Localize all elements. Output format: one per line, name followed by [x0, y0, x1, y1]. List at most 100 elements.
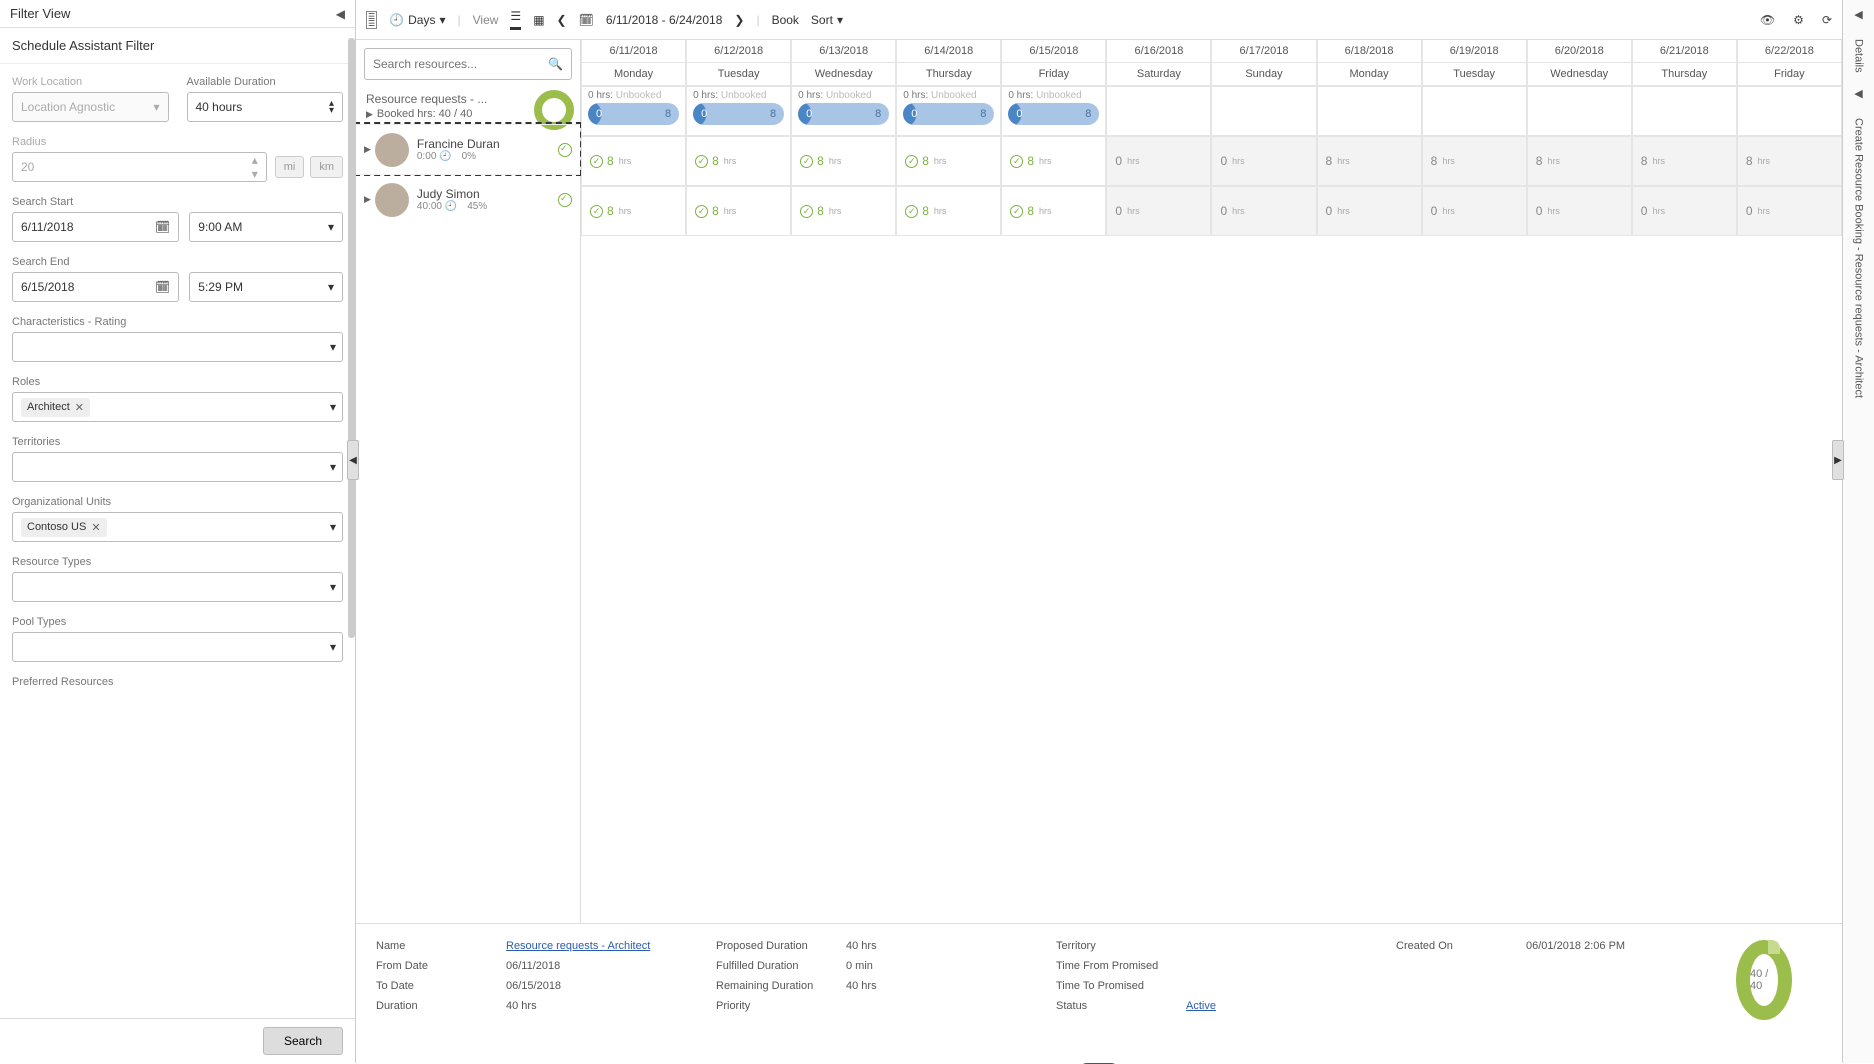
unbooked-cell[interactable]	[1632, 86, 1737, 136]
prev-range-icon[interactable]: ❮	[557, 13, 567, 27]
characteristics-select[interactable]: ▾	[12, 332, 343, 362]
availability-cell[interactable]: 8hrs	[1422, 136, 1527, 186]
availability-cell[interactable]: ✓8hrs	[791, 136, 896, 186]
unit-mi-button[interactable]: mi	[275, 156, 305, 178]
unbooked-cell[interactable]: 0 hrs: Unbooked 08	[686, 86, 791, 136]
create-booking-tab[interactable]: Create Resource Booking - Resource reque…	[1853, 118, 1865, 398]
detail-name-link[interactable]: Resource requests - Architect	[506, 940, 676, 952]
date-picker-icon[interactable]: 🗓	[579, 13, 594, 27]
gear-icon[interactable]: ⚙	[1793, 13, 1804, 27]
unbooked-pill[interactable]: 08	[693, 103, 784, 125]
expand-details-icon[interactable]: ◀	[1854, 8, 1862, 21]
eye-icon[interactable]: 👁	[1760, 13, 1775, 27]
availability-cell[interactable]: 0hrs	[1211, 186, 1316, 236]
scrollbar-thumb[interactable]	[348, 38, 355, 638]
availability-cell[interactable]: ✓8hrs	[581, 186, 686, 236]
day-header[interactable]: 6/11/2018Monday	[581, 40, 686, 86]
next-range-icon[interactable]: ❯	[734, 13, 744, 27]
work-location-select[interactable]: Location Agnostic ▾	[12, 92, 169, 122]
roles-select[interactable]: Architect ✕ ▾	[12, 392, 343, 422]
remove-chip-icon[interactable]: ✕	[75, 401, 84, 414]
availability-cell[interactable]: 8hrs	[1632, 136, 1737, 186]
grid-view-icon[interactable]: ▦	[533, 13, 544, 27]
day-header[interactable]: 6/12/2018Tuesday	[686, 40, 791, 86]
availability-cell[interactable]: 0hrs	[1422, 186, 1527, 236]
search-icon[interactable]: 🔍	[548, 57, 563, 71]
unbooked-cell[interactable]	[1211, 86, 1316, 136]
days-dropdown[interactable]: 🕘 Days ▾	[389, 13, 445, 27]
collapse-filter-icon[interactable]: ◀	[336, 7, 345, 21]
day-header[interactable]: 6/13/2018Wednesday	[791, 40, 896, 86]
expand-booking-icon[interactable]: ◀	[1854, 87, 1862, 100]
resource-row[interactable]: ▶ Francine Duran 0:00 🕘0%	[356, 124, 580, 174]
availability-cell[interactable]: ✓8hrs	[1001, 186, 1106, 236]
search-button[interactable]: Search	[263, 1027, 343, 1055]
availability-cell[interactable]: 0hrs	[1106, 186, 1211, 236]
availability-cell[interactable]: ✓8hrs	[686, 186, 791, 236]
list-view-icon[interactable]: ☰	[510, 9, 521, 30]
day-header[interactable]: 6/14/2018Thursday	[896, 40, 1001, 86]
unbooked-cell[interactable]	[1106, 86, 1211, 136]
availability-cell[interactable]: 8hrs	[1737, 136, 1842, 186]
resource-search-input[interactable]	[373, 57, 548, 71]
availability-cell[interactable]: ✓8hrs	[896, 186, 1001, 236]
collapse-left-tab[interactable]: ◀	[347, 440, 359, 480]
refresh-icon[interactable]: ⟳	[1822, 13, 1832, 27]
day-header[interactable]: 6/22/2018Friday	[1737, 40, 1842, 86]
territories-select[interactable]: ▾	[12, 452, 343, 482]
day-header[interactable]: 6/20/2018Wednesday	[1527, 40, 1632, 86]
details-tab[interactable]: Details	[1853, 39, 1865, 73]
detail-status-link[interactable]: Active	[1186, 1000, 1356, 1012]
unbooked-pill[interactable]: 08	[1008, 103, 1099, 125]
day-header[interactable]: 6/17/2018Sunday	[1211, 40, 1316, 86]
org-units-select[interactable]: Contoso US ✕ ▾	[12, 512, 343, 542]
unbooked-cell[interactable]: 0 hrs: Unbooked 08	[896, 86, 1001, 136]
search-start-time[interactable]: 9:00 AM ▾	[189, 212, 343, 242]
expand-icon[interactable]: ▶	[366, 109, 373, 119]
day-header[interactable]: 6/16/2018Saturday	[1106, 40, 1211, 86]
unbooked-cell[interactable]	[1422, 86, 1527, 136]
available-duration-select[interactable]: 40 hours ▴▾	[187, 92, 344, 122]
availability-cell[interactable]: 0hrs	[1527, 186, 1632, 236]
availability-cell[interactable]: 8hrs	[1527, 136, 1632, 186]
unbooked-pill[interactable]: 08	[903, 103, 994, 125]
day-header[interactable]: 6/19/2018Tuesday	[1422, 40, 1527, 86]
expand-collapse-rows-icon[interactable]: ☰☰	[366, 11, 377, 29]
resource-search[interactable]: 🔍	[364, 48, 572, 80]
calendar-icon[interactable]: 🗓	[155, 280, 170, 294]
availability-cell[interactable]: ✓8hrs	[791, 186, 896, 236]
pool-types-select[interactable]: ▾	[12, 632, 343, 662]
search-end-date[interactable]: 6/15/2018 🗓	[12, 272, 179, 302]
unbooked-pill[interactable]: 08	[798, 103, 889, 125]
availability-cell[interactable]: 0hrs	[1106, 136, 1211, 186]
unbooked-cell[interactable]: 0 hrs: Unbooked 08	[581, 86, 686, 136]
day-header[interactable]: 6/15/2018Friday	[1001, 40, 1106, 86]
availability-cell[interactable]: ✓8hrs	[581, 136, 686, 186]
remove-chip-icon[interactable]: ✕	[91, 521, 100, 534]
unbooked-cell[interactable]: 0 hrs: Unbooked 08	[791, 86, 896, 136]
unbooked-cell[interactable]	[1737, 86, 1842, 136]
unit-km-button[interactable]: km	[310, 156, 343, 178]
resource-types-select[interactable]: ▾	[12, 572, 343, 602]
resource-row[interactable]: ▶ Judy Simon 40:00 🕘45%	[356, 174, 580, 224]
unbooked-cell[interactable]	[1527, 86, 1632, 136]
availability-cell[interactable]: 8hrs	[1317, 136, 1422, 186]
availability-cell[interactable]: ✓8hrs	[686, 136, 791, 186]
day-header[interactable]: 6/18/2018Monday	[1317, 40, 1422, 86]
availability-cell[interactable]: 0hrs	[1632, 186, 1737, 236]
availability-cell[interactable]: ✓8hrs	[896, 136, 1001, 186]
schedule-grid[interactable]: 6/11/2018Monday6/12/2018Tuesday6/13/2018…	[581, 40, 1842, 1001]
unbooked-cell[interactable]: 0 hrs: Unbooked 08	[1001, 86, 1106, 136]
book-button[interactable]: Book	[772, 13, 799, 27]
calendar-icon[interactable]: 🗓	[155, 220, 170, 234]
expand-icon[interactable]: ▶	[364, 144, 371, 155]
unbooked-pill[interactable]: 08	[588, 103, 679, 125]
expand-icon[interactable]: ▶	[364, 194, 371, 205]
day-header[interactable]: 6/21/2018Thursday	[1632, 40, 1737, 86]
availability-cell[interactable]: 0hrs	[1211, 136, 1316, 186]
collapse-right-tab[interactable]: ▶	[1832, 440, 1844, 480]
unbooked-cell[interactable]	[1317, 86, 1422, 136]
availability-cell[interactable]: ✓8hrs	[1001, 136, 1106, 186]
availability-cell[interactable]: 0hrs	[1317, 186, 1422, 236]
search-end-time[interactable]: 5:29 PM ▾	[189, 272, 343, 302]
